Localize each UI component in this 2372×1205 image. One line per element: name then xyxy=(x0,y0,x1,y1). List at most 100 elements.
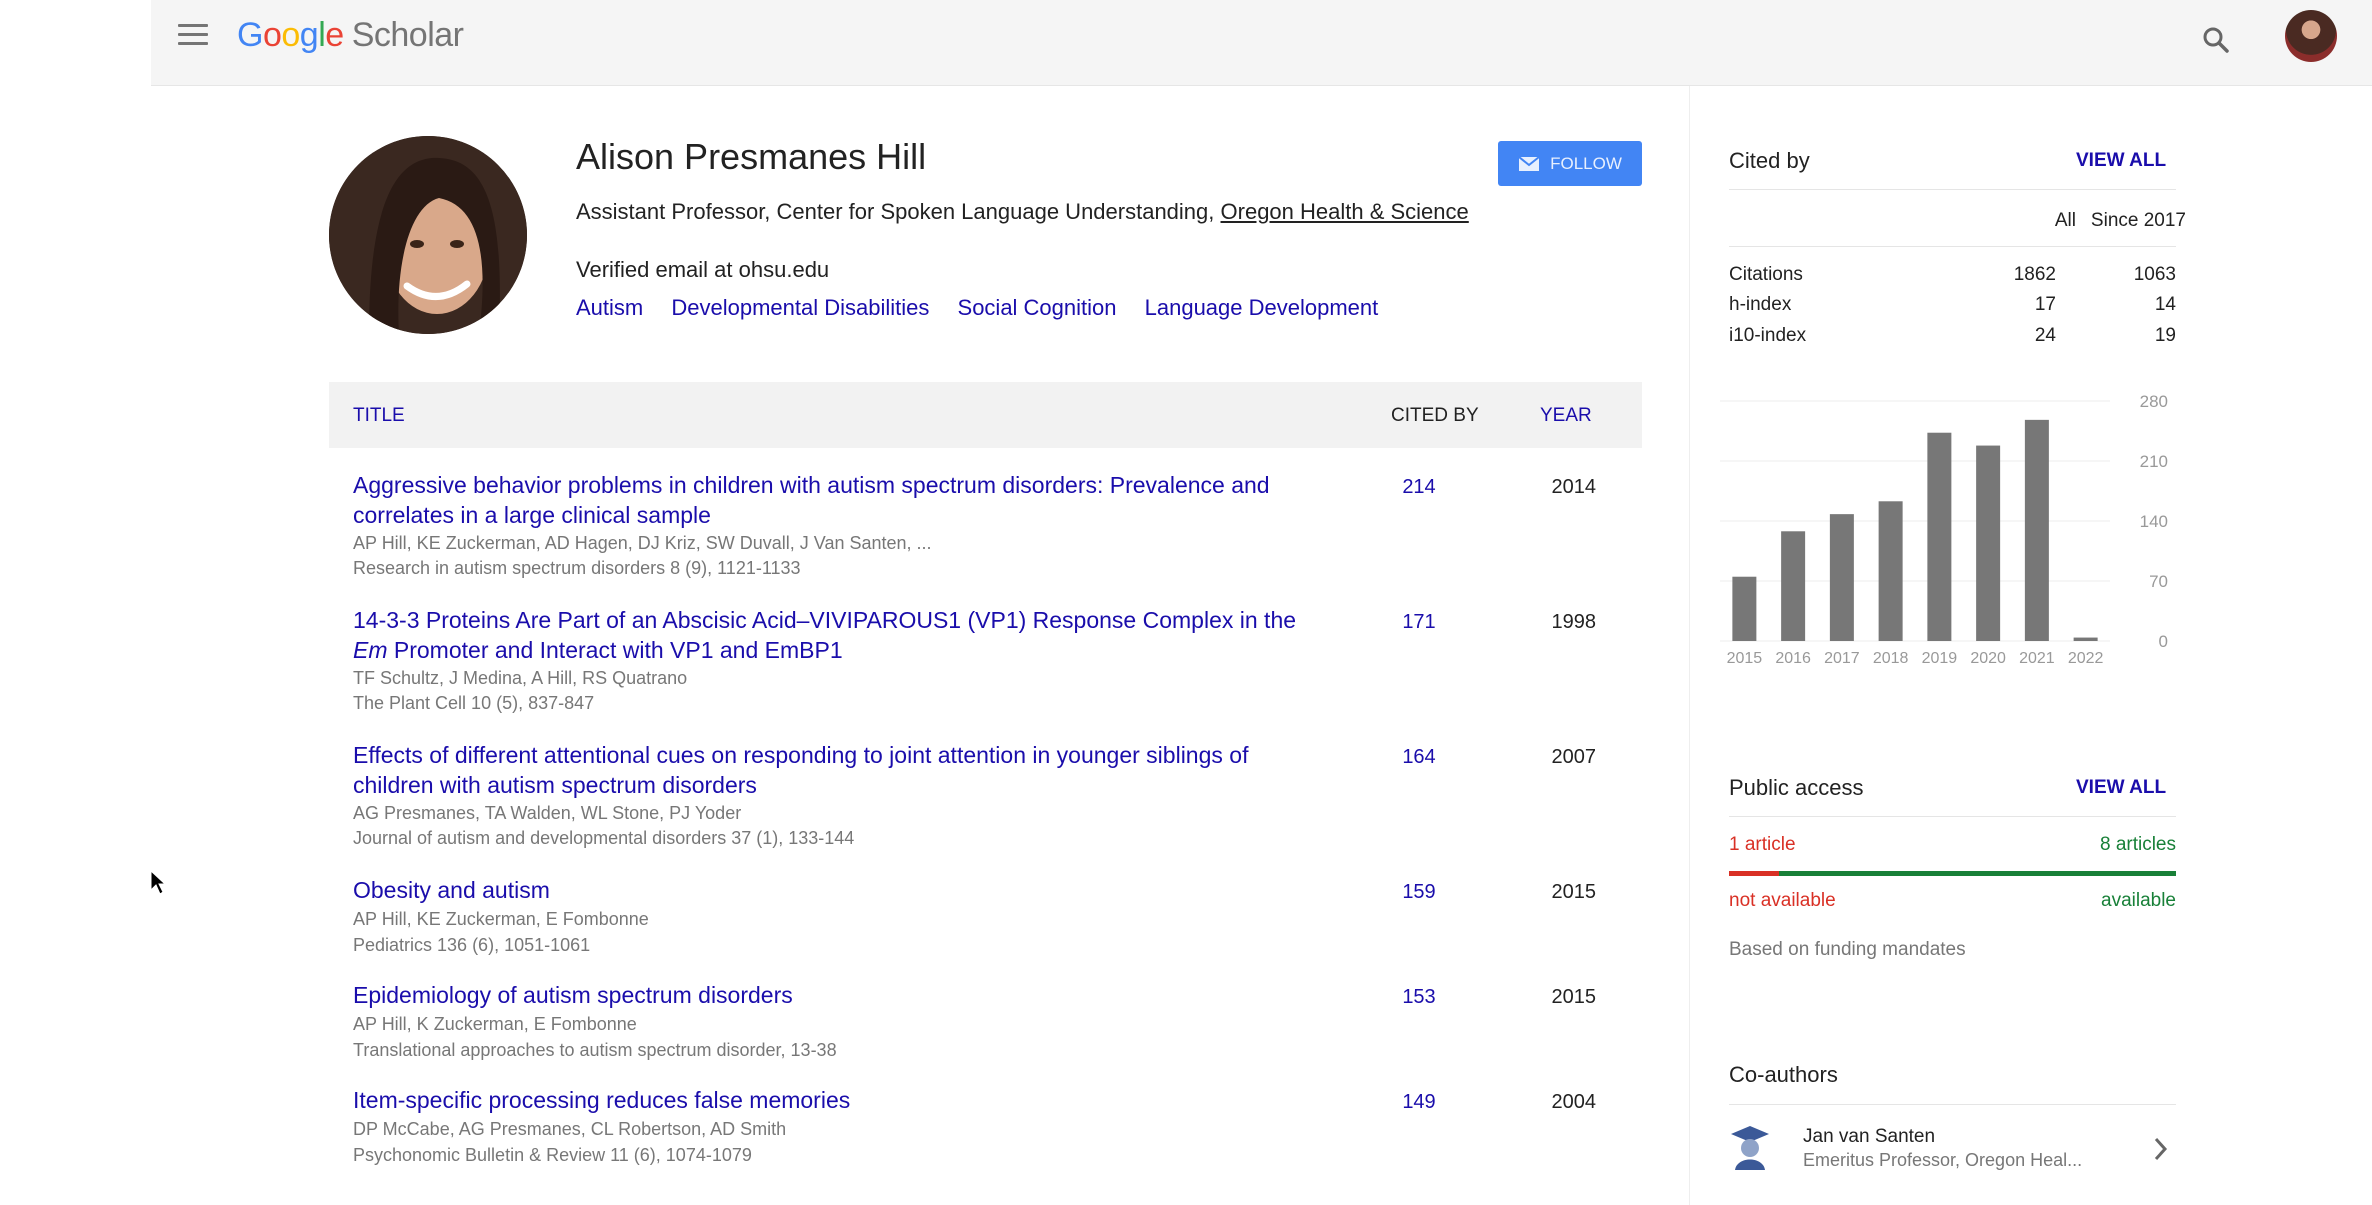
x-tick-label: 2020 xyxy=(1970,650,2006,667)
publication-year: 2007 xyxy=(1551,746,1597,768)
cited-by-view-all[interactable]: VIEW ALL xyxy=(2076,150,2166,172)
col-since-header: Since 2017 xyxy=(2090,210,2186,231)
cited-by-title: Cited by xyxy=(1729,148,1810,173)
available-fill xyxy=(1778,871,2176,876)
publication-authors: AP Hill, KE Zuckerman, AD Hagen, DJ Kriz… xyxy=(353,533,932,553)
cited-by-count[interactable]: 149 xyxy=(1389,1091,1449,1114)
cited-by-count[interactable]: 214 xyxy=(1389,476,1449,499)
publication-year: 2015 xyxy=(1551,986,1597,1008)
metric-all: 1862 xyxy=(2013,264,2056,285)
y-tick-label: 140 xyxy=(2140,512,2168,531)
not-available-label: not available xyxy=(1729,890,1836,911)
coauthor-name: Jan van Santen xyxy=(1803,1126,1936,1147)
citation-bar-2020[interactable] xyxy=(1976,445,2001,641)
publication-authors: DP McCabe, AG Presmanes, CL Robertson, A… xyxy=(353,1119,787,1139)
citation-bar-2016[interactable] xyxy=(1781,531,1806,641)
publication-title[interactable]: Obesity and autism xyxy=(353,875,1373,905)
cited-by-count[interactable]: 153 xyxy=(1389,986,1449,1009)
y-tick-label: 280 xyxy=(2140,392,2168,411)
metric-all: 17 xyxy=(2034,294,2056,315)
publication-venue: Research in autism spectrum disorders 8 … xyxy=(353,558,801,578)
publications-table-header: TITLE CITED BY YEAR xyxy=(329,382,1642,448)
citation-bar-2022[interactable] xyxy=(2073,637,2098,641)
metric-since: 1063 xyxy=(2133,264,2176,285)
funding-mandates-note: Based on funding mandates xyxy=(1729,939,1966,960)
x-tick-label: 2018 xyxy=(1873,650,1909,667)
publication-year: 1998 xyxy=(1551,611,1597,633)
x-tick-label: 2019 xyxy=(1922,650,1958,667)
follow-button[interactable]: FOLLOW xyxy=(1498,141,1642,186)
metric-label: i10-index xyxy=(1729,325,1807,346)
chevron-right-icon xyxy=(2154,1137,2168,1161)
y-tick-label: 0 xyxy=(2159,632,2168,651)
cited-by-count[interactable]: 164 xyxy=(1389,746,1449,769)
research-interests: Autism Developmental Disabilities Social… xyxy=(576,295,1400,321)
coauthor-affiliation: Emeritus Professor, Oregon Heal... xyxy=(1803,1150,2083,1170)
publication-year: 2015 xyxy=(1551,881,1597,903)
publication-title[interactable]: Aggressive behavior problems in children… xyxy=(353,470,1373,530)
interest-developmental-disabilities[interactable]: Developmental Disabilities xyxy=(671,295,929,320)
coauthor-item[interactable]: Jan van Santen Emeritus Professor, Orego… xyxy=(1729,1116,2176,1186)
interest-autism[interactable]: Autism xyxy=(576,295,643,320)
coauthors-title: Co-authors xyxy=(1729,1062,1838,1087)
mail-icon xyxy=(1518,155,1540,171)
publication-authors: AP Hill, K Zuckerman, E Fombonne xyxy=(353,1014,637,1034)
publication-venue: Pediatrics 136 (6), 1051-1061 xyxy=(353,935,591,955)
publication-authors: AG Presmanes, TA Walden, WL Stone, PJ Yo… xyxy=(353,803,742,823)
publication-venue: Translational approaches to autism spect… xyxy=(353,1040,837,1060)
search-icon[interactable] xyxy=(2198,22,2234,58)
publication-authors: TF Schultz, J Medina, A Hill, RS Quatran… xyxy=(353,668,688,688)
profile-sidebar: Cited by VIEW ALL All Since 2017 Citatio… xyxy=(1689,86,2219,1205)
metric-label: h-index xyxy=(1729,294,1792,315)
public-access-view-all[interactable]: VIEW ALL xyxy=(2076,777,2166,799)
metric-since: 19 xyxy=(2154,325,2176,346)
publication-title[interactable]: Effects of different attentional cues on… xyxy=(353,740,1373,800)
interest-language-development[interactable]: Language Development xyxy=(1145,295,1379,320)
not-available-count[interactable]: 1 article xyxy=(1729,834,1796,856)
table-row: Aggressive behavior problems in children… xyxy=(329,460,1642,595)
divider xyxy=(1729,1104,2176,1105)
profile-photo xyxy=(329,136,527,334)
metric-all: 24 xyxy=(2034,325,2056,346)
cited-by-count[interactable]: 159 xyxy=(1389,881,1449,904)
verified-email: Verified email at ohsu.edu xyxy=(576,257,830,282)
x-tick-label: 2022 xyxy=(2068,650,2104,667)
cited-by-count[interactable]: 171 xyxy=(1389,611,1449,634)
available-count[interactable]: 8 articles xyxy=(2056,834,2176,856)
table-row: Effects of different attentional cues on… xyxy=(329,730,1642,865)
divider xyxy=(1729,189,2176,190)
x-tick-label: 2021 xyxy=(2019,650,2055,667)
citation-bar-2021[interactable] xyxy=(2024,419,2049,641)
citation-bar-2019[interactable] xyxy=(1927,432,1952,641)
sort-by-year[interactable]: YEAR xyxy=(1540,405,1592,427)
publication-title[interactable]: 14-3-3 Proteins Are Part of an Abscisic … xyxy=(353,605,1373,665)
publication-title[interactable]: Epidemiology of autism spectrum disorder… xyxy=(353,980,1373,1010)
divider xyxy=(1729,816,2176,817)
publication-year: 2004 xyxy=(1551,1091,1597,1113)
citations-per-year-chart: 0 70 140 210 280 2015 2016 2017 2018 2019 2020 2021… xyxy=(1720,392,2168,667)
menu-icon[interactable] xyxy=(178,24,208,48)
x-tick-label: 2017 xyxy=(1824,650,1860,667)
publications-list: Aggressive behavior problems in children… xyxy=(329,460,1642,1180)
interest-social-cognition[interactable]: Social Cognition xyxy=(958,295,1117,320)
public-access-bar xyxy=(1729,871,2176,876)
publication-year: 2014 xyxy=(1551,476,1597,498)
citation-bar-2018[interactable] xyxy=(1878,501,1903,641)
citation-bar-2017[interactable] xyxy=(1829,514,1854,641)
google-scholar-logo[interactable]: Google Scholar xyxy=(237,16,464,55)
citation-bar-2015[interactable] xyxy=(1732,576,1757,641)
affiliation-link[interactable]: Oregon Health & Science xyxy=(1221,199,1469,224)
coauthor-avatar-icon xyxy=(1731,1126,1769,1170)
divider xyxy=(1729,246,2176,247)
y-tick-label: 70 xyxy=(2149,572,2168,591)
scholar-app: Google Scholar Alison Presmanes Hill Assi… xyxy=(151,0,2372,1205)
y-tick-label: 210 xyxy=(2140,452,2168,471)
mouse-cursor-icon xyxy=(150,870,166,895)
publication-title[interactable]: Item-specific processing reduces false m… xyxy=(353,1085,1373,1115)
account-avatar[interactable] xyxy=(2285,10,2337,62)
publication-venue: Psychonomic Bulletin & Review 11 (6), 10… xyxy=(353,1145,752,1165)
top-bar: Google Scholar xyxy=(151,0,2372,86)
metric-label: Citations xyxy=(1729,264,1803,285)
sort-by-cited[interactable]: CITED BY xyxy=(1391,405,1479,427)
sort-by-title[interactable]: TITLE xyxy=(353,405,405,427)
